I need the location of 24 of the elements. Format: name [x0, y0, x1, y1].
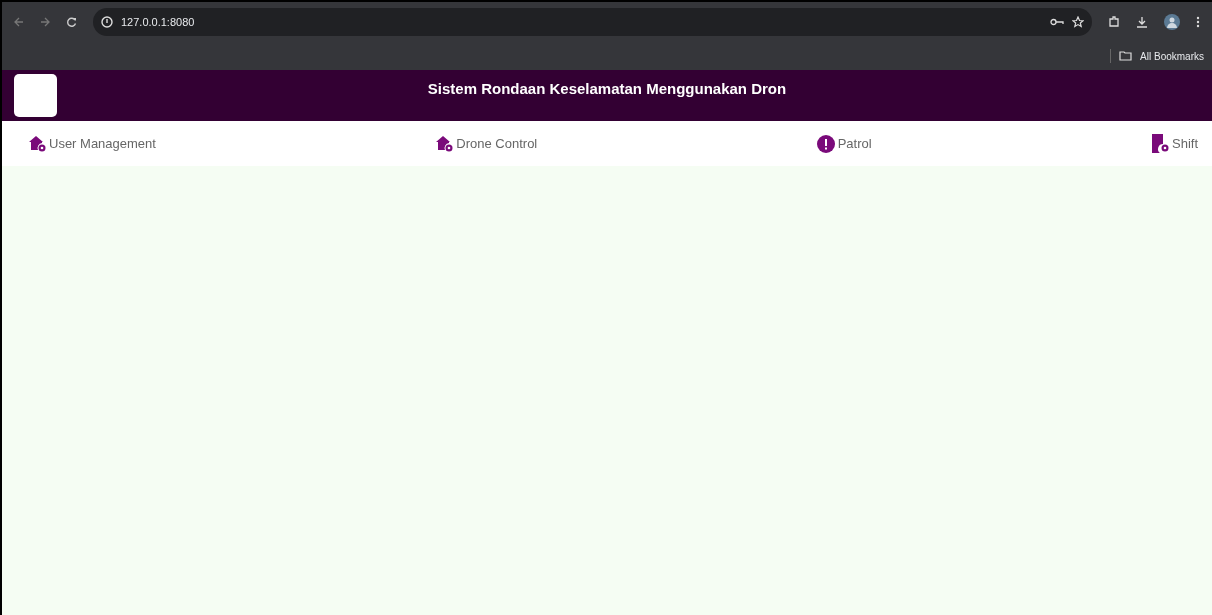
- avatar-icon[interactable]: [1164, 14, 1180, 30]
- app-title: Sistem Rondaan Keselamatan Menggunakan Dron: [427, 79, 787, 99]
- info-icon[interactable]: [101, 16, 113, 28]
- download-icon[interactable]: [1136, 16, 1148, 28]
- nav-link[interactable]: Patrol: [816, 133, 872, 154]
- house-gear-icon: [435, 135, 454, 152]
- menu-icon[interactable]: [1196, 16, 1200, 28]
- bookmarks-link[interactable]: All Bookmarks: [1140, 48, 1204, 64]
- nav-link[interactable]: Drone Control: [435, 133, 538, 154]
- reload-icon[interactable]: [66, 16, 77, 28]
- url-text: 127.0.0.1:8080: [121, 14, 195, 30]
- logo: [14, 74, 57, 117]
- building-gear-icon: [1151, 134, 1169, 153]
- address-bar[interactable]: 127.0.0.1:8080: [93, 8, 1092, 36]
- star-icon[interactable]: [1072, 16, 1084, 28]
- extensions-icon[interactable]: [1108, 16, 1120, 28]
- house-gear-icon: [28, 135, 46, 152]
- nav-link[interactable]: Shift: [1151, 133, 1198, 154]
- alert-icon: [816, 134, 835, 153]
- forward-arrow-icon[interactable]: [40, 17, 50, 27]
- key-icon[interactable]: [1050, 18, 1064, 26]
- back-arrow-icon[interactable]: [14, 17, 24, 27]
- folder-icon[interactable]: [1119, 51, 1133, 61]
- nav-link[interactable]: User Management: [28, 133, 156, 154]
